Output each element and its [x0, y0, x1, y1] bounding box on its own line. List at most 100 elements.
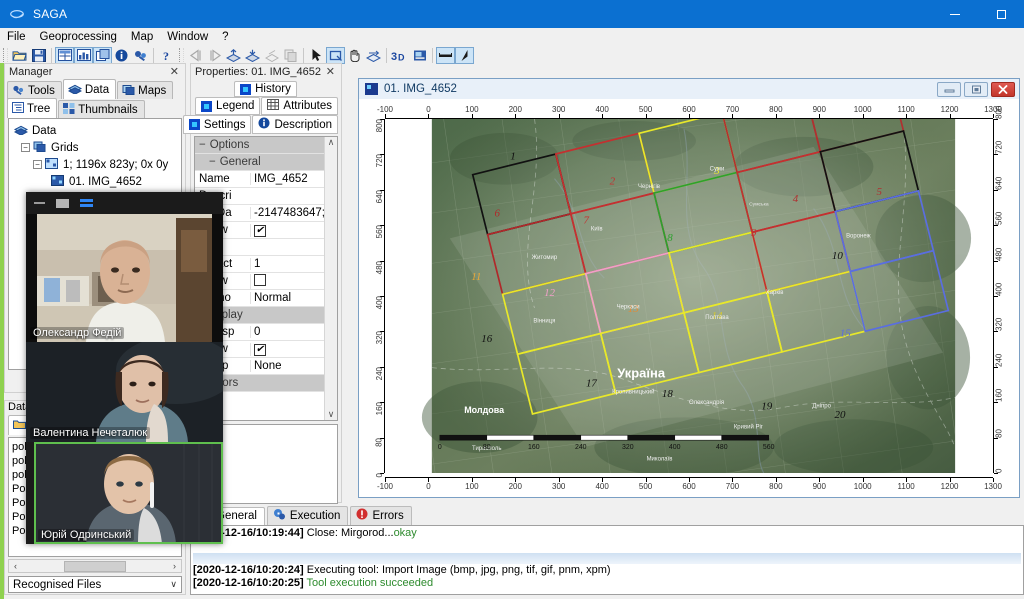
menu-item-help[interactable]: ? — [215, 30, 235, 44]
expander-general[interactable]: − — [209, 156, 216, 168]
layer-down-icon[interactable] — [243, 47, 262, 64]
previous-extent-icon[interactable] — [186, 47, 205, 64]
expander-grids[interactable]: − — [21, 143, 30, 152]
measure-icon[interactable] — [364, 47, 383, 64]
tool-settings-icon[interactable] — [131, 47, 150, 64]
minimize-icon[interactable] — [34, 202, 45, 204]
copy-map-icon[interactable] — [281, 47, 300, 64]
scale-bar-segment — [627, 434, 676, 441]
help-icon[interactable]: ? — [157, 47, 176, 64]
property-row-name[interactable]: Name IMG_4652 — [195, 171, 337, 188]
tab-tools-label: Tools — [28, 84, 55, 97]
legend-icon — [201, 100, 213, 112]
video-tile-participant-3[interactable]: Юрій Одринський — [34, 442, 223, 544]
map-raster-image[interactable]: 12345678 91011121314151617181920 УкраїнаМ… — [385, 119, 993, 473]
chevron-down-icon[interactable]: ∨ — [170, 579, 181, 590]
show-table-icon[interactable] — [55, 46, 74, 64]
tab-attributes[interactable]: Attributes — [261, 97, 338, 115]
tab-tools[interactable]: Tools — [7, 81, 62, 99]
map-place-label: Воронеж — [846, 234, 871, 240]
folder-icon — [13, 419, 26, 433]
message-log[interactable]: [2020-12-16/10:19:44] Close: Mirgorod...… — [190, 525, 1024, 595]
map-layout-icon[interactable] — [410, 47, 429, 64]
video-tile-participant-2[interactable]: Валентина Нечеталюк Выключить звук ··· — [26, 342, 223, 442]
north-arrow-icon[interactable] — [455, 46, 474, 64]
checkbox-show-3[interactable]: ✔ — [254, 343, 266, 356]
tree-item-grid-system[interactable]: − 1; 1196x 823y; 0x 0y — [11, 156, 179, 173]
file-filter-dropdown[interactable]: Recognised Files ∨ — [8, 576, 182, 593]
toolbar-grip[interactable] — [3, 48, 8, 62]
scale-bar-segment — [533, 434, 582, 441]
properties-close-button[interactable]: ✕ — [322, 65, 339, 78]
show-diagram-icon[interactable] — [74, 46, 93, 64]
expander-grid-system[interactable]: − — [33, 160, 42, 169]
tab-description[interactable]: Description — [252, 115, 338, 134]
tab-legend[interactable]: Legend — [195, 97, 261, 115]
map-minimize-button[interactable] — [937, 81, 961, 97]
next-extent-icon[interactable] — [205, 47, 224, 64]
toolbar-grip-2[interactable] — [179, 48, 184, 62]
maximize-button[interactable] — [978, 0, 1024, 28]
messages-tab-row: General Execution Errors — [190, 505, 1024, 525]
video-tile-participant-1[interactable]: Олександр Федій — [26, 214, 223, 342]
map-canvas[interactable]: 1 2 3 4 5 6 7 8 9 10 11 12 13 14 15 16 17 18 19 20 Україна М… — [385, 119, 993, 473]
file-list-horizontal-scrollbar[interactable]: ‹ › — [8, 559, 182, 573]
tab-data[interactable]: Data — [62, 79, 117, 99]
participant-3-name: Юрій Одринський — [38, 529, 135, 541]
scroll-right-arrow[interactable]: › — [168, 561, 181, 571]
map-place-label: Кропивницький — [612, 388, 654, 395]
map-window-title: 01. IMG_4652 — [384, 83, 457, 95]
tree-item-grids[interactable]: − Grids — [11, 139, 179, 156]
menu-item-map[interactable]: Map — [124, 30, 160, 44]
scrollbar-thumb[interactable] — [64, 560, 126, 572]
menu-item-geoprocessing[interactable]: Geoprocessing — [33, 30, 124, 44]
tab-errors[interactable]: Errors — [350, 506, 412, 525]
clipboard-copy-icon[interactable] — [262, 47, 281, 64]
tab-history[interactable]: History — [234, 81, 297, 97]
scroll-down-arrow[interactable]: ∨ — [328, 409, 335, 420]
menu-item-file[interactable]: File — [0, 30, 33, 44]
log-status: okay — [393, 527, 417, 539]
scalebar-icon[interactable] — [436, 46, 455, 64]
minimize-button[interactable] — [932, 0, 978, 28]
tab-settings[interactable]: Settings — [182, 115, 252, 134]
subtab-thumbnails[interactable]: Thumbnails — [58, 100, 145, 118]
info-icon[interactable] — [112, 47, 131, 64]
open-icon[interactable] — [10, 47, 29, 64]
properties-title-bar: Properties: 01. IMG_4652 ✕ — [191, 64, 341, 79]
checkbox-show-2[interactable] — [254, 273, 266, 286]
scale-bar-tick-label: 320 — [622, 444, 634, 451]
pan-hand-icon[interactable] — [345, 47, 364, 64]
scroll-left-arrow[interactable]: ‹ — [9, 561, 22, 571]
tab-maps-label: Maps — [138, 84, 167, 97]
map-grid-cell-number: 18 — [662, 388, 673, 400]
checkbox-show-1[interactable]: ✔ — [254, 224, 266, 237]
tab-settings-label: Settings — [203, 118, 246, 131]
subtab-tree[interactable]: Tree — [7, 98, 58, 118]
tree-item-img4652[interactable]: 01. IMG_4652 — [11, 173, 179, 190]
tab-maps[interactable]: Maps — [117, 81, 174, 99]
expander-options[interactable]: − — [199, 139, 206, 151]
tab-execution[interactable]: Execution — [266, 506, 349, 525]
save-icon[interactable] — [29, 47, 48, 64]
layer-up-icon[interactable] — [224, 47, 243, 64]
manager-close-button[interactable]: ✕ — [166, 65, 183, 78]
video-call-window[interactable]: Олександр Федій Валентина Нечеталюк Выкл… — [26, 192, 223, 544]
tree-item-data[interactable]: Data — [11, 122, 179, 139]
map-close-button[interactable] — [991, 81, 1015, 97]
view-3d-icon[interactable]: 3D — [390, 47, 410, 64]
map-window-title-bar: 01. IMG_4652 — [359, 79, 1019, 99]
restore-icon[interactable] — [56, 198, 69, 208]
properties-scrollbar[interactable]: ∧ ∨ — [324, 137, 337, 420]
property-group-general-label: General — [219, 156, 261, 168]
zoom-rect-icon[interactable] — [326, 46, 345, 64]
property-group-options[interactable]: − Options — [195, 137, 337, 154]
map-maximize-button[interactable] — [964, 81, 988, 97]
property-group-general[interactable]: − General — [195, 154, 337, 171]
menu-item-window[interactable]: Window — [160, 30, 215, 44]
scroll-up-arrow[interactable]: ∧ — [328, 137, 335, 148]
show-scatterplot-icon[interactable] — [93, 46, 112, 64]
gallery-view-icon[interactable] — [80, 198, 93, 208]
log-timestamp: [2020-12-16/10:20:24] — [193, 564, 304, 576]
pointer-icon[interactable] — [307, 47, 326, 64]
